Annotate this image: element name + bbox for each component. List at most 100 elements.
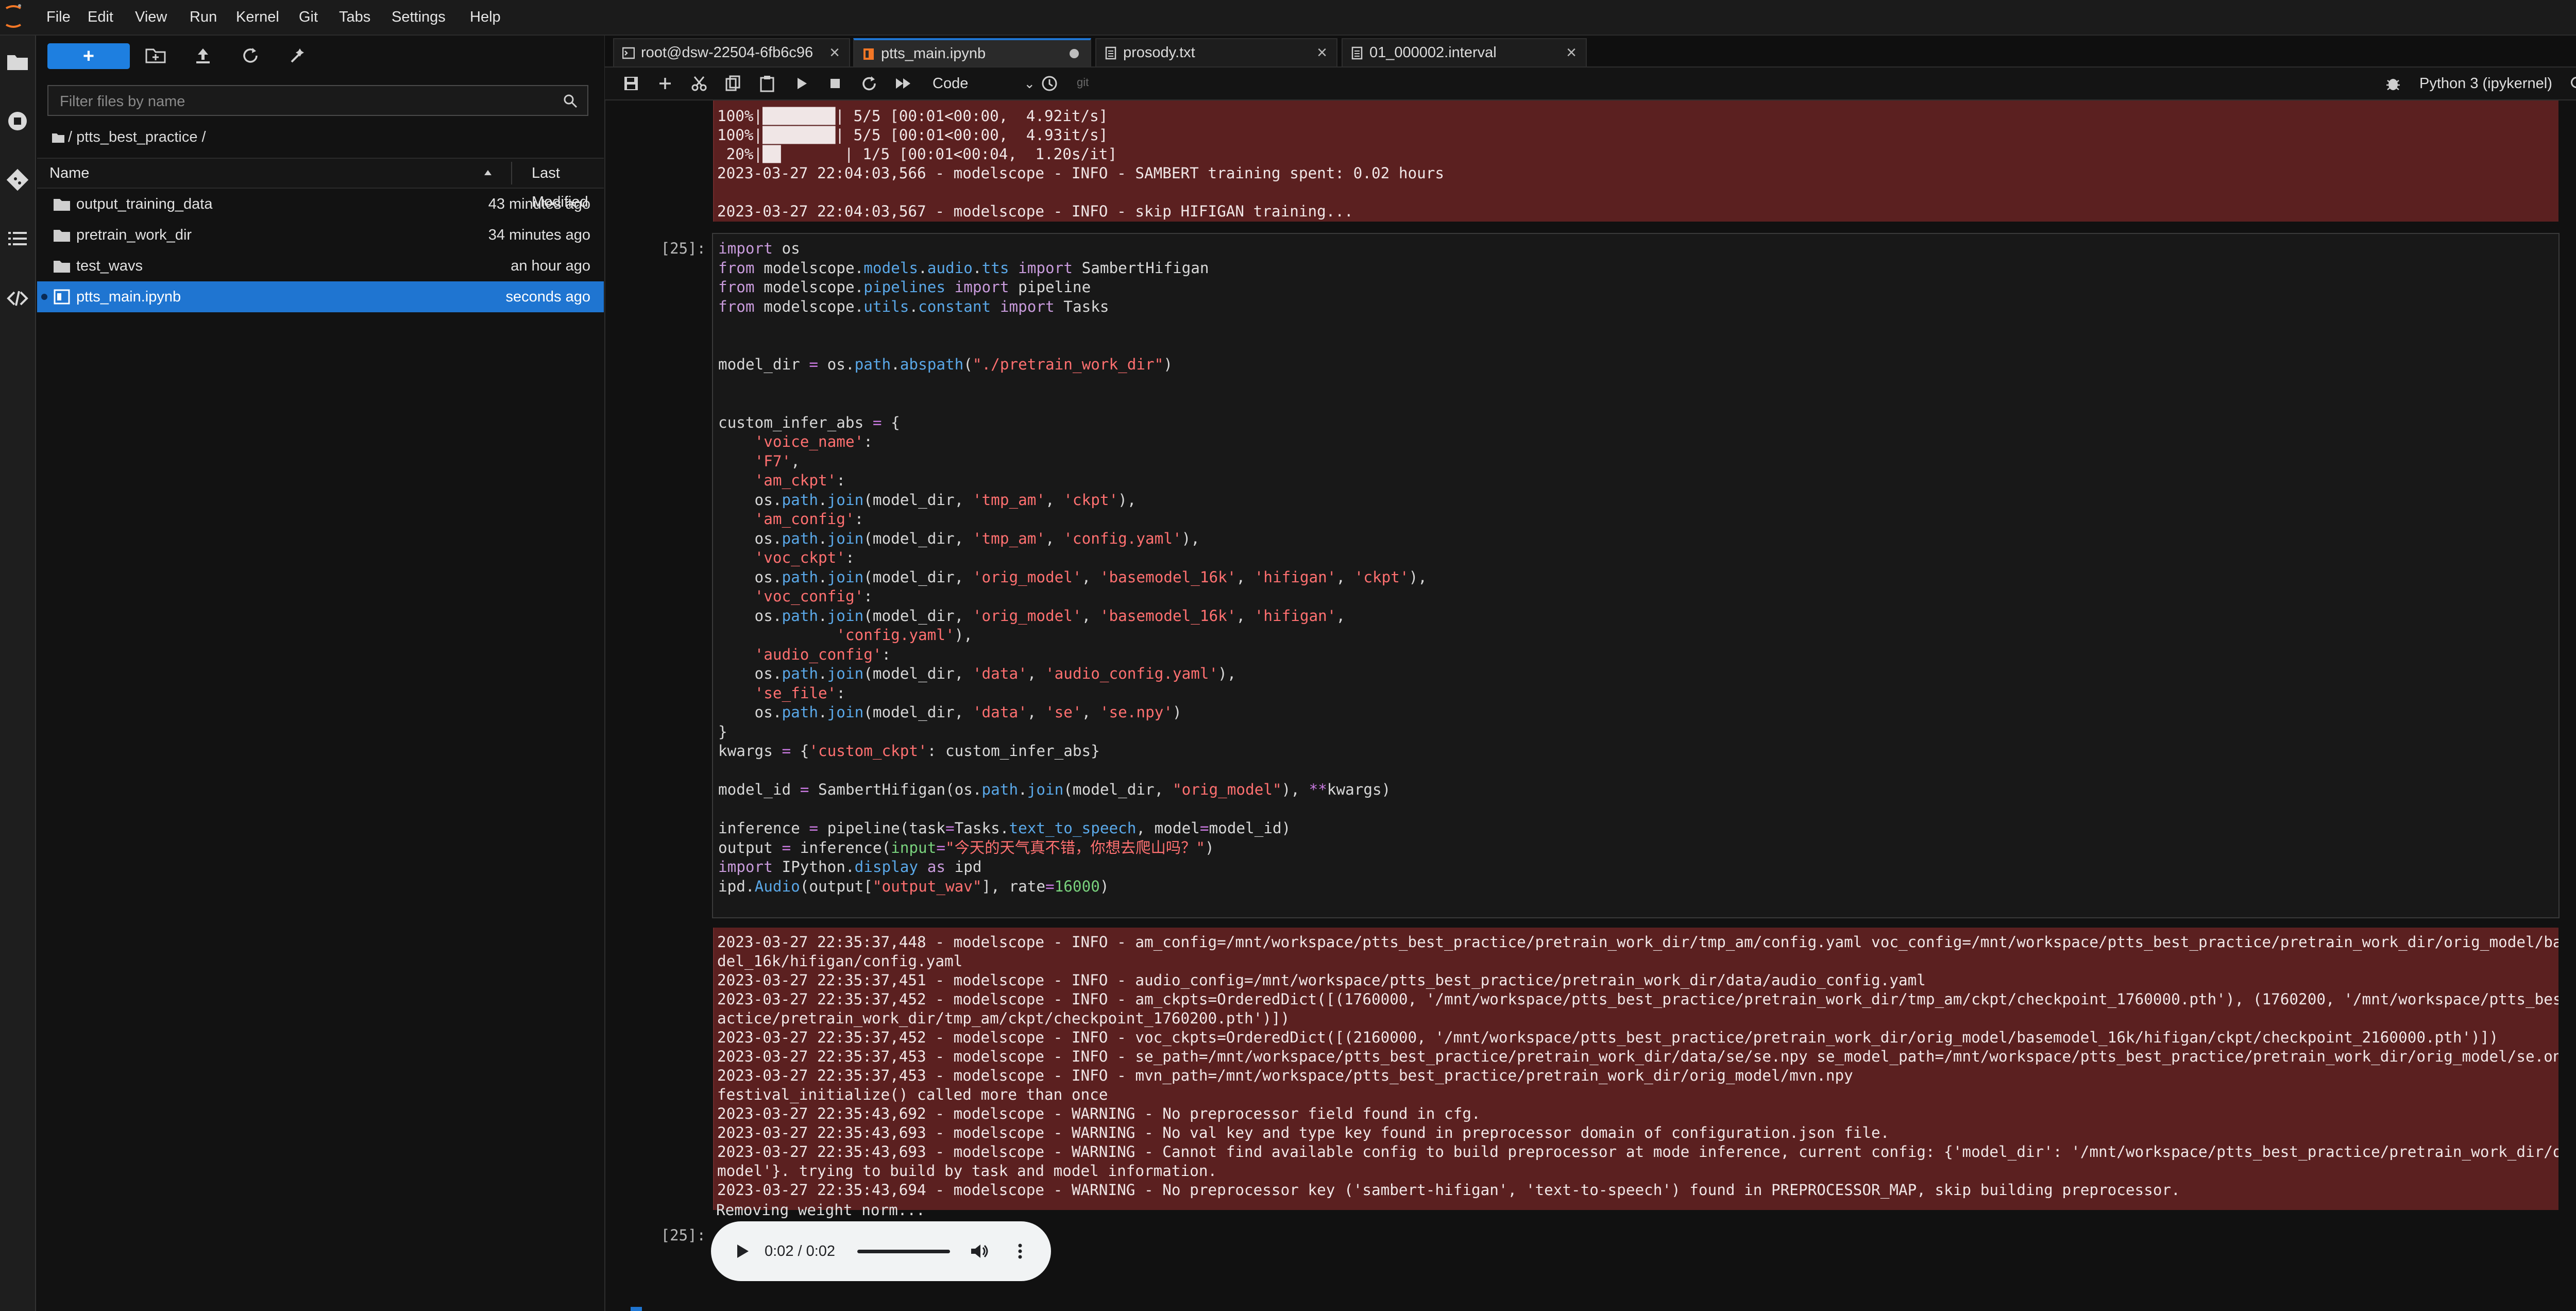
file-list-header: Name Last Modified xyxy=(37,158,604,210)
folder-icon xyxy=(54,261,70,273)
code-cell-editor[interactable]: import os from modelscope.models.audio.t… xyxy=(712,233,2560,918)
output-line: 20%|██ | 1/5 [00:01<00:04, 1.20s/it] xyxy=(717,145,1117,163)
menu-kernel[interactable]: Kernel xyxy=(236,0,279,35)
output-line: 2023-03-27 22:35:37,448 - modelscope - I… xyxy=(717,933,2558,951)
refresh-icon[interactable] xyxy=(239,44,262,67)
audio-player: 0:02 / 0:02 xyxy=(711,1221,1051,1281)
output-line: del_16k/hifigan/config.yaml xyxy=(717,952,963,970)
output-line: 2023-03-27 22:35:43,693 - modelscope - W… xyxy=(717,1124,1890,1141)
output-line: model'}. trying to build by task and mod… xyxy=(717,1162,1217,1180)
folder-icon xyxy=(54,199,70,211)
new-launcher-label: + xyxy=(82,45,95,67)
notebook-icon xyxy=(54,289,70,305)
tab-label: prosody.txt xyxy=(1123,44,1195,61)
add-cell-icon[interactable] xyxy=(655,74,675,93)
menu-settings[interactable]: Settings xyxy=(392,0,446,35)
upload-icon[interactable] xyxy=(192,44,214,67)
output-line: 2023-03-27 22:35:43,694 - modelscope - W… xyxy=(717,1181,2180,1199)
menu-edit[interactable]: Edit xyxy=(88,0,113,35)
git-label[interactable]: git xyxy=(1077,72,1089,93)
output-line: 2023-03-27 22:04:03,567 - modelscope - I… xyxy=(717,203,1353,220)
menu-view[interactable]: View xyxy=(135,0,167,35)
tab-terminal[interactable]: root@dsw-22504-6fb6c96 × xyxy=(613,38,850,66)
close-icon[interactable]: × xyxy=(1317,39,1327,66)
output-line: 2023-03-27 22:04:03,566 - modelscope - I… xyxy=(717,164,1445,182)
file-modified: 34 minutes ago xyxy=(488,227,590,243)
file-name: test_wavs xyxy=(76,258,143,274)
save-icon[interactable] xyxy=(621,74,641,93)
menu-run[interactable]: Run xyxy=(190,0,217,35)
fast-forward-icon[interactable] xyxy=(893,74,913,93)
play-icon[interactable] xyxy=(733,1242,751,1260)
output-line: 2023-03-27 22:35:37,451 - modelscope - I… xyxy=(717,971,1926,989)
menu-git[interactable]: Git xyxy=(299,0,318,35)
menu-help[interactable]: Help xyxy=(470,0,501,35)
cut-icon[interactable] xyxy=(689,74,709,93)
column-divider[interactable] xyxy=(511,162,512,184)
file-row-test-wavs[interactable]: test_wavs an hour ago xyxy=(37,250,604,281)
git-icon[interactable] xyxy=(5,167,30,192)
file-modified: seconds ago xyxy=(505,289,590,305)
chevron-down-icon: ⌄ xyxy=(1024,76,1036,91)
stop-icon[interactable] xyxy=(825,74,845,93)
clock-icon[interactable] xyxy=(1040,74,1059,93)
cell-stderr-output: 2023-03-27 22:35:37,448 - modelscope - I… xyxy=(713,928,2558,1210)
unsaved-dot-icon[interactable] xyxy=(1070,49,1079,58)
file-row-pretrain-work-dir[interactable]: pretrain_work_dir 34 minutes ago xyxy=(37,220,604,250)
folder-icon[interactable] xyxy=(52,132,65,143)
tab-prosody-txt[interactable]: prosody.txt × xyxy=(1095,38,1337,66)
run-icon[interactable] xyxy=(791,74,811,93)
jupyter-logo-icon xyxy=(6,4,21,28)
column-header-name[interactable]: Name xyxy=(49,159,89,188)
output-line: 2023-03-27 22:35:37,453 - modelscope - I… xyxy=(717,1048,2558,1065)
file-modified: 43 minutes ago xyxy=(488,196,590,212)
menu-file[interactable]: File xyxy=(46,0,71,35)
toc-icon[interactable] xyxy=(5,226,30,251)
new-launcher-button[interactable]: + xyxy=(47,43,130,69)
file-row-ptts-main-ipynb[interactable]: ptts_main.ipynb seconds ago xyxy=(37,281,604,312)
file-name: pretrain_work_dir xyxy=(76,227,192,243)
close-icon[interactable]: × xyxy=(1566,39,1577,66)
notebook-icon xyxy=(863,48,874,60)
output-line-plain: Removing weight norm... xyxy=(716,1201,925,1219)
code-text: import os from modelscope.models.audio.t… xyxy=(718,240,1427,895)
more-options-icon[interactable] xyxy=(1010,1241,1030,1262)
output-line: 2023-03-27 22:35:37,452 - modelscope - I… xyxy=(717,1029,2499,1046)
extension-icon[interactable] xyxy=(5,286,30,311)
new-folder-icon[interactable] xyxy=(144,44,167,67)
output-line: festival_initialize() called more than o… xyxy=(717,1086,1108,1103)
copy-icon[interactable] xyxy=(723,74,743,93)
tab-label: root@dsw-22504-6fb6c96 xyxy=(641,44,814,61)
kernel-name[interactable]: Python 3 (ipykernel) xyxy=(2419,70,2552,97)
tab-ptts-main-ipynb[interactable]: ptts_main.ipynb xyxy=(853,38,1091,66)
file-modified: an hour ago xyxy=(511,258,590,274)
file-filter-input[interactable] xyxy=(59,90,555,113)
running-icon[interactable] xyxy=(5,109,30,133)
sort-ascending-icon[interactable] xyxy=(483,169,493,176)
menu-tabs[interactable]: Tabs xyxy=(339,0,370,35)
terminal-icon xyxy=(622,47,635,59)
restart-icon[interactable] xyxy=(859,74,879,93)
cell-type-select[interactable]: Code ⌄ xyxy=(933,70,1035,97)
file-row-output-training-data[interactable]: output_training_data 43 minutes ago xyxy=(37,189,604,220)
folder-icon[interactable] xyxy=(5,49,30,74)
paste-icon[interactable] xyxy=(757,74,777,93)
tab-interval-file[interactable]: 01_000002.interval × xyxy=(1342,38,1587,66)
audio-time: 0:02 / 0:02 xyxy=(765,1243,836,1259)
breadcrumb-path[interactable]: / ptts_best_practice / xyxy=(68,129,206,145)
debugger-icon[interactable] xyxy=(2383,74,2403,93)
tab-label: 01_000002.interval xyxy=(1369,44,1497,61)
output-line: 2023-03-27 22:35:43,692 - modelscope - W… xyxy=(717,1105,1481,1122)
file-name: ptts_main.ipynb xyxy=(76,289,181,305)
output-line: 2023-03-27 22:35:37,452 - modelscope - I… xyxy=(717,990,2558,1008)
close-icon[interactable]: × xyxy=(829,39,840,66)
git-clone-icon[interactable] xyxy=(286,44,309,67)
volume-icon[interactable] xyxy=(969,1241,989,1262)
text-file-icon xyxy=(1351,46,1363,60)
activity-bar xyxy=(0,36,36,1311)
output-line: actice/pretrain_work_dir/tmp_am/ckpt/che… xyxy=(717,1010,1290,1027)
text-file-icon xyxy=(1105,46,1116,60)
output-line: 100%|████████| 5/5 [00:01<00:00, 4.92it/… xyxy=(717,107,1108,125)
previous-cell-output: 100%|████████| 5/5 [00:01<00:00, 4.92it/… xyxy=(713,100,2558,222)
audio-progress-bar[interactable] xyxy=(857,1250,950,1253)
